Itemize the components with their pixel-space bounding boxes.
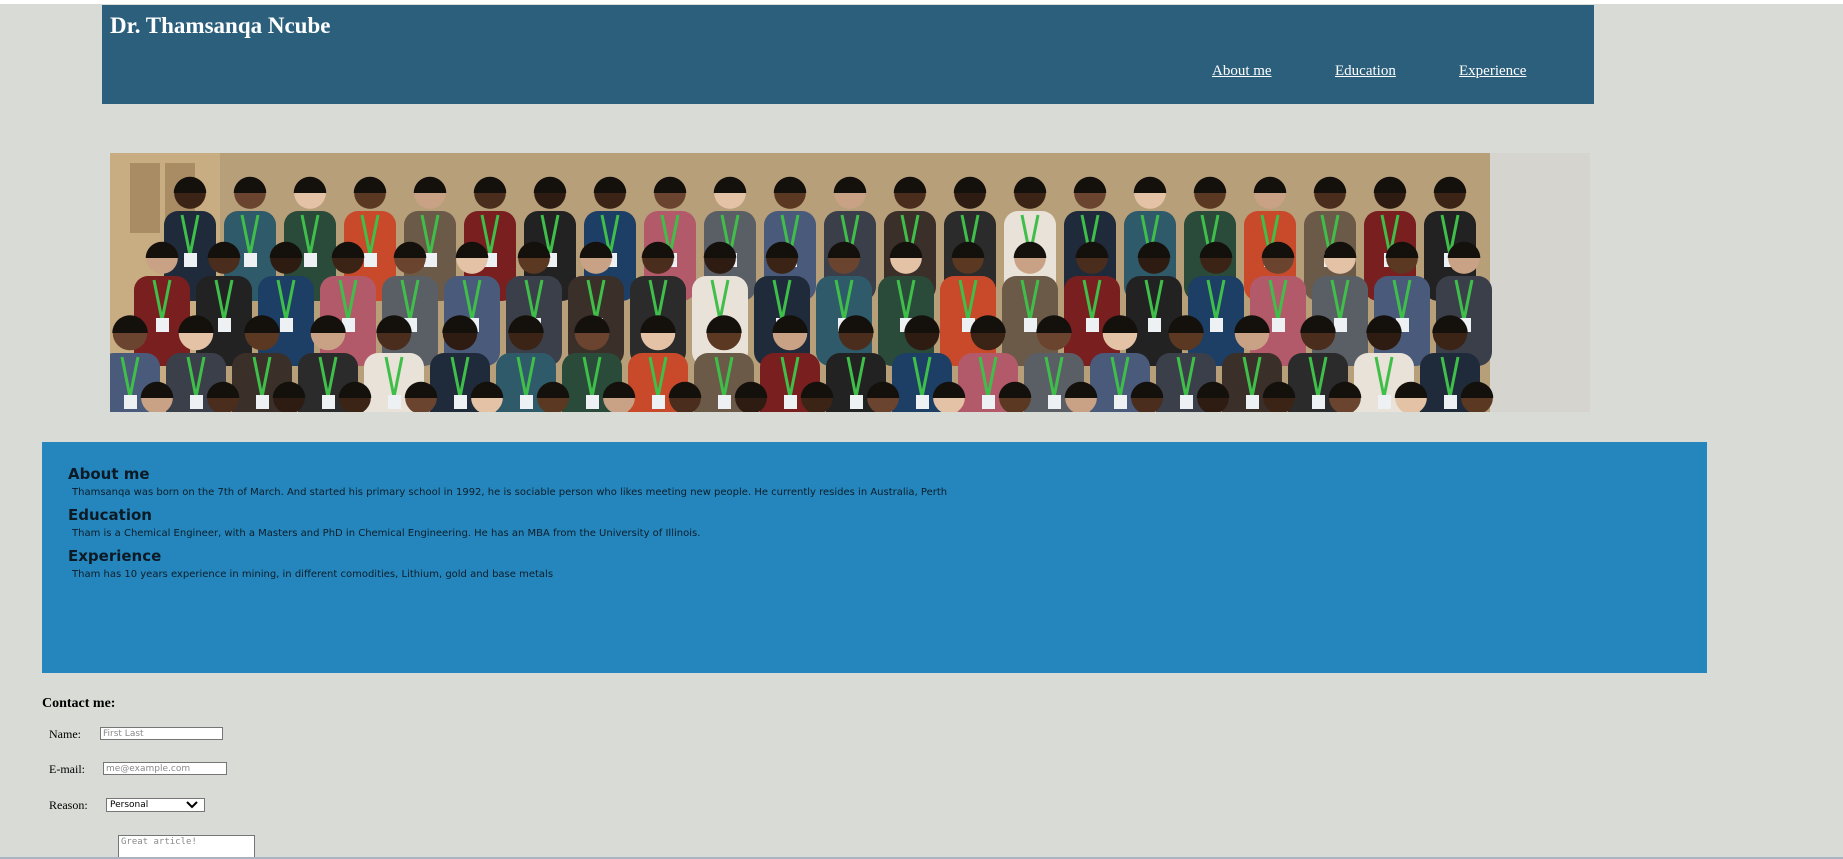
reason-selected-value: Personal bbox=[110, 800, 149, 810]
about-me-heading: About me bbox=[68, 465, 150, 483]
education-heading: Education bbox=[68, 506, 152, 524]
email-input[interactable] bbox=[103, 762, 227, 775]
top-border bbox=[0, 0, 1843, 4]
message-textarea[interactable] bbox=[118, 835, 255, 859]
experience-heading: Experience bbox=[68, 547, 162, 565]
reason-label: Reason: bbox=[49, 798, 88, 812]
name-input[interactable] bbox=[100, 727, 223, 740]
group-photo-image bbox=[110, 153, 1590, 412]
nav-link-education[interactable]: Education bbox=[1335, 63, 1396, 80]
reason-select[interactable]: Personal bbox=[106, 798, 205, 812]
email-label: E-mail: bbox=[49, 762, 85, 776]
education-text: Tham is a Chemical Engineer, with a Mast… bbox=[72, 528, 701, 539]
experience-text: Tham has 10 years experience in mining, … bbox=[72, 569, 554, 580]
site-header: Dr. Thamsanqa Ncube About me Education E… bbox=[102, 5, 1594, 104]
site-title: Dr. Thamsanqa Ncube bbox=[110, 13, 331, 38]
contact-title: Contact me: bbox=[42, 696, 116, 711]
contact-form: Contact me: Name: E-mail: Reason: Person… bbox=[42, 696, 442, 856]
about-section: About me Thamsanqa was born on the 7th o… bbox=[42, 442, 1707, 673]
chevron-down-icon bbox=[186, 801, 198, 809]
group-photo-banner bbox=[110, 153, 1590, 412]
nav-link-experience[interactable]: Experience bbox=[1459, 63, 1526, 80]
name-label: Name: bbox=[49, 727, 81, 741]
nav-link-about-me[interactable]: About me bbox=[1212, 63, 1272, 80]
about-me-text: Thamsanqa was born on the 7th of March. … bbox=[72, 487, 948, 498]
